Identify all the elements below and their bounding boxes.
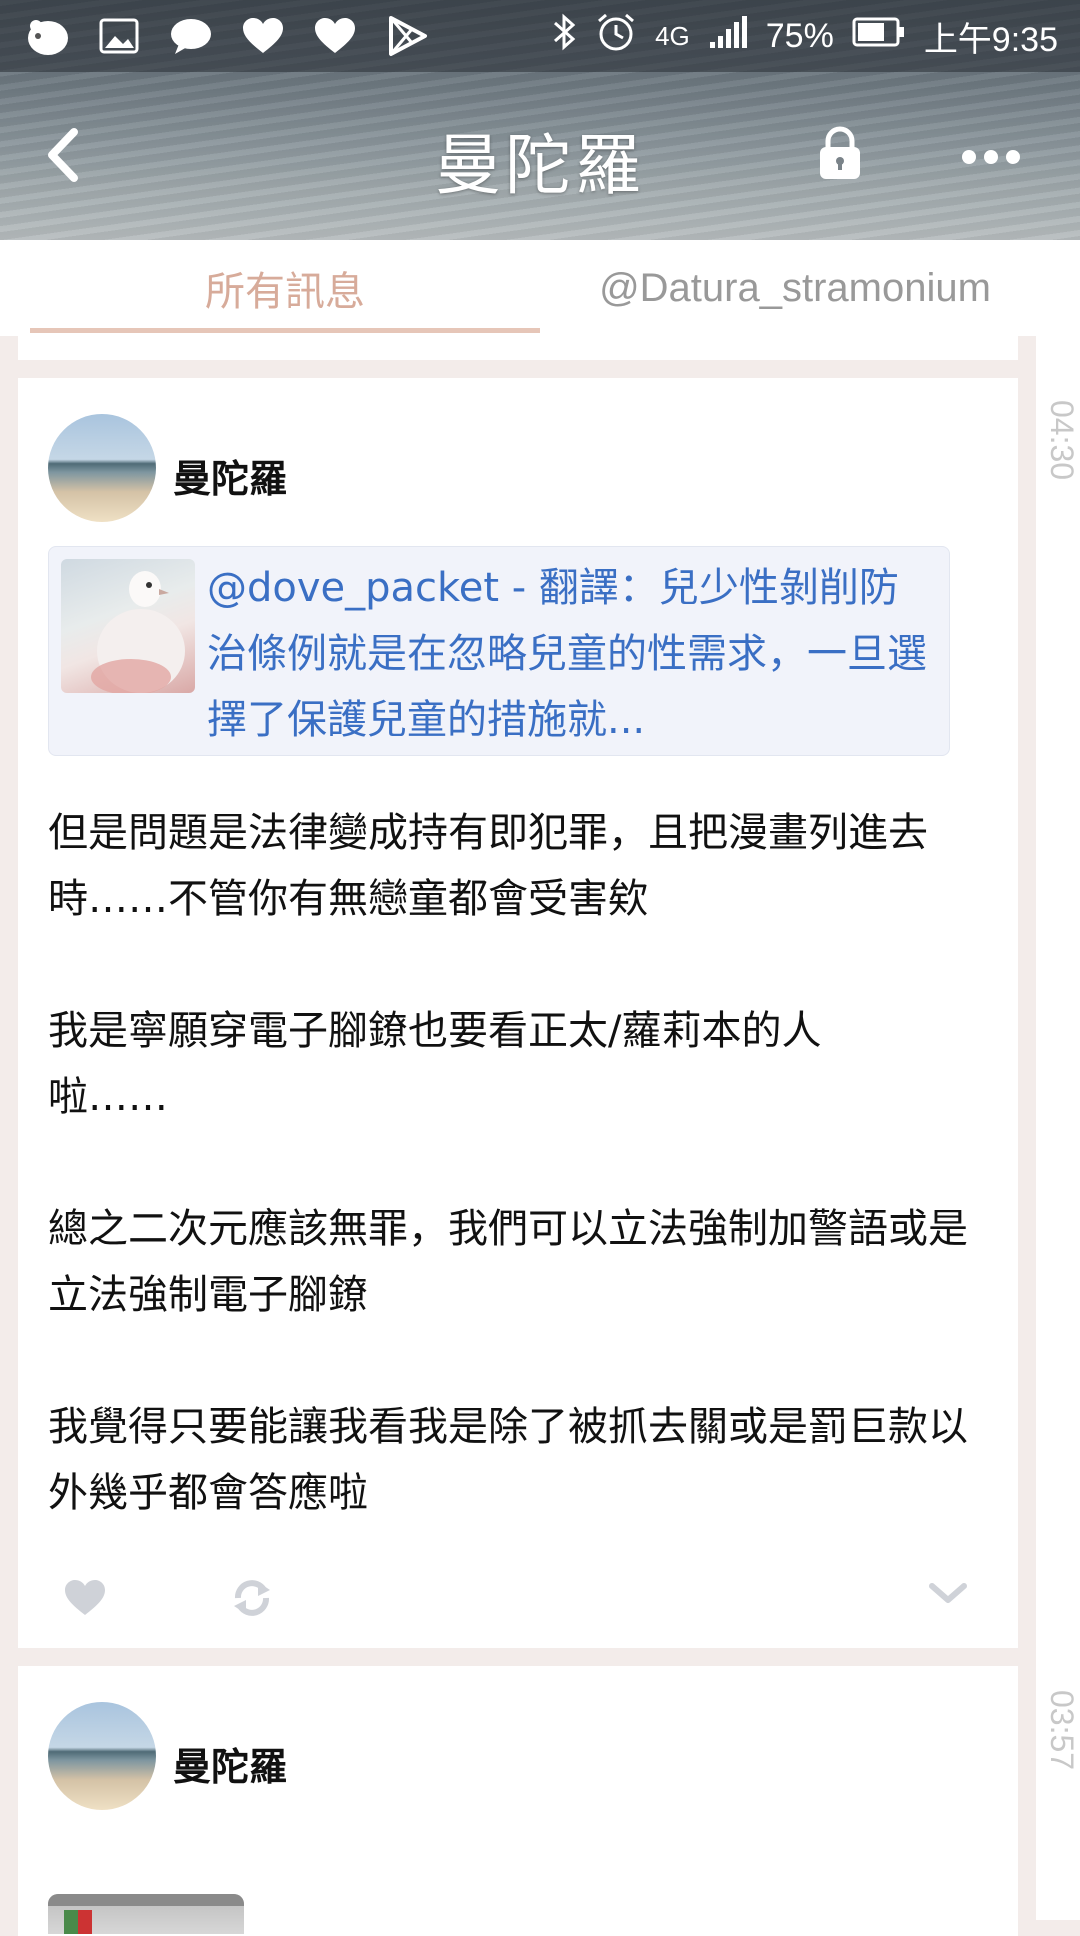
timeline-strip	[1036, 336, 1080, 1920]
notification-icon	[24, 14, 70, 58]
bluetooth-icon	[551, 12, 577, 61]
active-tab-indicator	[30, 328, 540, 333]
battery-percent: 75%	[765, 16, 834, 55]
page-title: 曼陀羅	[435, 127, 645, 204]
header: 4G 75% 上午9:35 曼陀羅	[0, 0, 1080, 240]
gallery-icon	[96, 14, 142, 58]
avatar[interactable]	[48, 414, 156, 522]
tab-mentions[interactable]: @Datura_stramonium	[560, 240, 1030, 336]
post-paragraph: 但是問題是法律變成持有即犯罪，且把漫畫列進去時……不管你有無戀童都會受害欸	[48, 810, 928, 922]
clock: 上午9:35	[923, 20, 1058, 59]
post-card[interactable]: 曼陀羅	[18, 1666, 1018, 1936]
previous-post-stub	[18, 336, 1018, 360]
author-name[interactable]: 曼陀羅	[173, 1736, 287, 1791]
post-paragraph: 我是寧願穿電子腳鐐也要看正太/蘿莉本的人啦……	[48, 1008, 822, 1120]
tab-bar: 所有訊息 @Datura_stramonium	[0, 240, 1080, 336]
heart-icon	[312, 14, 358, 58]
chat-icon	[168, 14, 214, 58]
post-paragraph: 我覺得只要能讓我看我是除了被抓去關或是罰巨款以外幾乎都會答應啦	[48, 1404, 968, 1516]
system-icons: 4G 75% 上午9:35	[551, 12, 1058, 60]
alarm-icon	[595, 11, 637, 62]
replurk-icon[interactable]	[230, 1576, 274, 1620]
post-content: 但是問題是法律變成持有即犯罪，且把漫畫列進去時……不管你有無戀童都會受害欸 我是…	[48, 800, 988, 1592]
network-type: 4G	[655, 20, 690, 51]
notification-icons	[24, 12, 430, 60]
quoted-post[interactable]: @dove_packet - 翻譯：兒少性剝削防治條例就是在忽略兒童的性需求，一…	[48, 546, 950, 756]
status-bar: 4G 75% 上午9:35	[0, 0, 1080, 72]
author-name[interactable]: 曼陀羅	[173, 448, 287, 503]
quoted-post-thumbnail	[61, 559, 195, 693]
image-attachment-thumbnail[interactable]	[48, 1894, 244, 1934]
battery-icon	[852, 17, 906, 56]
lock-icon[interactable]	[818, 125, 862, 181]
post-time: 04:30	[1044, 400, 1080, 481]
more-options-icon[interactable]	[960, 145, 1022, 169]
avatar[interactable]	[48, 1702, 156, 1810]
tab-all-messages[interactable]: 所有訊息	[30, 240, 540, 336]
signal-icon	[708, 14, 748, 59]
quoted-post-text[interactable]: @dove_packet - 翻譯：兒少性剝削防治條例就是在忽略兒童的性需求，一…	[207, 555, 937, 753]
post-card[interactable]: 曼陀羅 @dove_packet - 翻譯：兒少性剝削防治條例就是在忽略兒童的性…	[18, 378, 1018, 1648]
heart-icon	[240, 14, 286, 58]
post-paragraph: 總之二次元應該無罪，我們可以立法強制加警語或是立法強制電子腳鐐	[48, 1206, 968, 1318]
back-icon[interactable]	[40, 120, 90, 190]
play-store-icon	[384, 14, 430, 58]
like-icon[interactable]	[64, 1578, 106, 1618]
chevron-down-icon[interactable]	[926, 1578, 970, 1608]
post-time: 03:57	[1044, 1690, 1080, 1771]
